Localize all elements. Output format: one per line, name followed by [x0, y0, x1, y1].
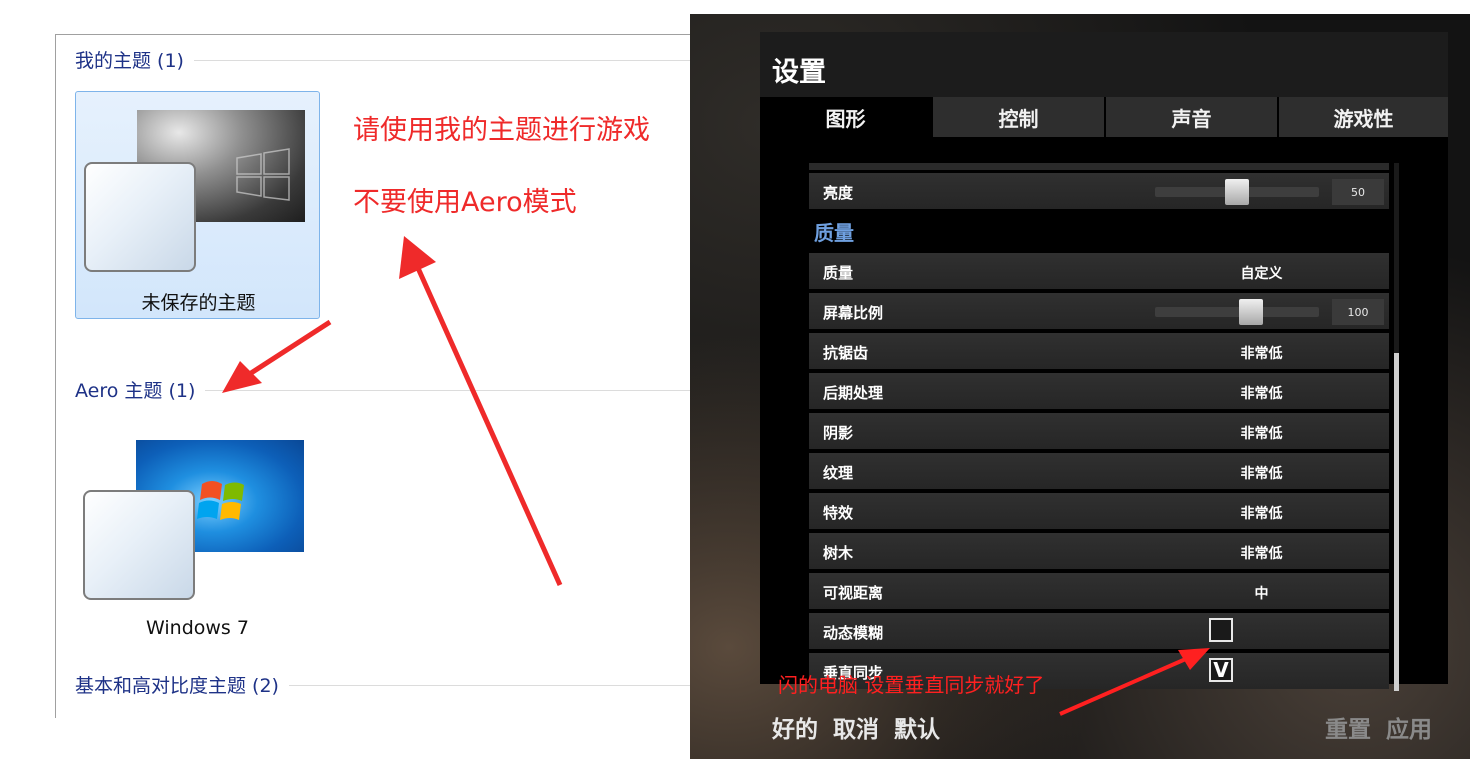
texture-value[interactable]: 非常低 — [1189, 463, 1334, 483]
screen-ratio-label: 屏幕比例 — [823, 304, 884, 322]
antialias-label: 抗锯齿 — [823, 344, 869, 362]
basic-themes-header: 基本和高对比度主题 (2) — [75, 671, 289, 698]
theme-panel: 我的主题 (1) 未保存的主题 Aero 主题 (1) Windows 7 基本… — [0, 0, 690, 773]
note-no-aero: 不要使用Aero模式 — [353, 187, 577, 218]
antialias-row[interactable]: 抗锯齿 非常低 — [809, 333, 1389, 369]
reset-button[interactable]: 重置 — [1325, 710, 1371, 744]
quality-value[interactable]: 自定义 — [1189, 263, 1334, 283]
shadow-value[interactable]: 非常低 — [1189, 423, 1334, 443]
screen-ratio-value: 100 — [1332, 299, 1384, 325]
my-themes-header: 我的主题 (1) — [75, 46, 194, 73]
windows7-theme-label: Windows 7 — [146, 617, 249, 639]
game-settings-background: 设置 图形 控制 声音 游戏性 亮度 50 质量 质量 自定义 屏幕比例 100… — [690, 14, 1470, 759]
motion-blur-checkbox[interactable] — [1209, 618, 1233, 642]
quality-label: 质量 — [823, 264, 854, 282]
effects-value[interactable]: 非常低 — [1189, 503, 1334, 523]
previous-row-edge — [809, 163, 1389, 170]
screen-ratio-slider-thumb[interactable] — [1239, 299, 1263, 325]
settings-scrollbar-thumb[interactable] — [1394, 353, 1399, 691]
note-vsync-tip: 闪的电脑 设置垂直同步就好了 — [778, 673, 1045, 697]
panel-border-top — [55, 34, 690, 35]
brightness-slider-thumb[interactable] — [1225, 179, 1249, 205]
view-distance-value[interactable]: 中 — [1189, 583, 1334, 603]
dialog-title-bar: 设置 — [760, 32, 1448, 97]
tab-controls[interactable]: 控制 — [933, 97, 1104, 137]
default-button[interactable]: 默认 — [894, 710, 940, 744]
trees-label: 树木 — [823, 544, 854, 562]
windows7-window-preview — [83, 490, 195, 600]
tab-gameplay[interactable]: 游戏性 — [1279, 97, 1448, 137]
tab-sound[interactable]: 声音 — [1106, 97, 1277, 137]
shadow-row[interactable]: 阴影 非常低 — [809, 413, 1389, 449]
tab-graphics[interactable]: 图形 — [760, 97, 931, 137]
motion-blur-row: 动态模糊 — [809, 613, 1389, 649]
postprocess-value[interactable]: 非常低 — [1189, 383, 1334, 403]
quality-section-heading: 质量 — [814, 221, 854, 245]
ok-button[interactable]: 好的 — [772, 710, 818, 744]
note-use-my-theme: 请使用我的主题进行游戏 — [353, 115, 650, 146]
unsaved-theme-label: 未保存的主题 — [141, 292, 256, 314]
effects-label: 特效 — [823, 504, 854, 522]
motion-blur-label: 动态模糊 — [823, 624, 884, 642]
windows7-theme-tile[interactable]: Windows 7 — [75, 421, 320, 649]
quality-row[interactable]: 质量 自定义 — [809, 253, 1389, 289]
brightness-row: 亮度 50 — [809, 173, 1389, 209]
screen-ratio-row: 屏幕比例 100 — [809, 293, 1389, 329]
texture-label: 纹理 — [823, 464, 854, 482]
apply-button[interactable]: 应用 — [1386, 710, 1432, 744]
postprocess-label: 后期处理 — [823, 384, 884, 402]
trees-row[interactable]: 树木 非常低 — [809, 533, 1389, 569]
view-distance-row[interactable]: 可视距离 中 — [809, 573, 1389, 609]
panel-border-left — [55, 34, 56, 718]
texture-row[interactable]: 纹理 非常低 — [809, 453, 1389, 489]
settings-scrollbar[interactable] — [1394, 163, 1399, 691]
cancel-button[interactable]: 取消 — [833, 710, 879, 744]
theme-window-preview — [84, 162, 196, 272]
vsync-checkbox[interactable]: V — [1209, 658, 1233, 682]
effects-row[interactable]: 特效 非常低 — [809, 493, 1389, 529]
postprocess-row[interactable]: 后期处理 非常低 — [809, 373, 1389, 409]
screen-ratio-slider-track[interactable] — [1155, 307, 1319, 317]
brightness-value: 50 — [1332, 179, 1384, 205]
trees-value[interactable]: 非常低 — [1189, 543, 1334, 563]
brightness-label: 亮度 — [823, 184, 854, 202]
unsaved-theme-tile[interactable]: 未保存的主题 — [75, 91, 320, 319]
view-distance-label: 可视距离 — [823, 584, 884, 602]
settings-dialog: 设置 图形 控制 声音 游戏性 亮度 50 质量 质量 自定义 屏幕比例 100… — [760, 32, 1448, 691]
dialog-title: 设置 — [772, 57, 826, 88]
aero-themes-header: Aero 主题 (1) — [75, 376, 206, 403]
antialias-value[interactable]: 非常低 — [1189, 343, 1334, 363]
shadow-label: 阴影 — [823, 424, 854, 442]
